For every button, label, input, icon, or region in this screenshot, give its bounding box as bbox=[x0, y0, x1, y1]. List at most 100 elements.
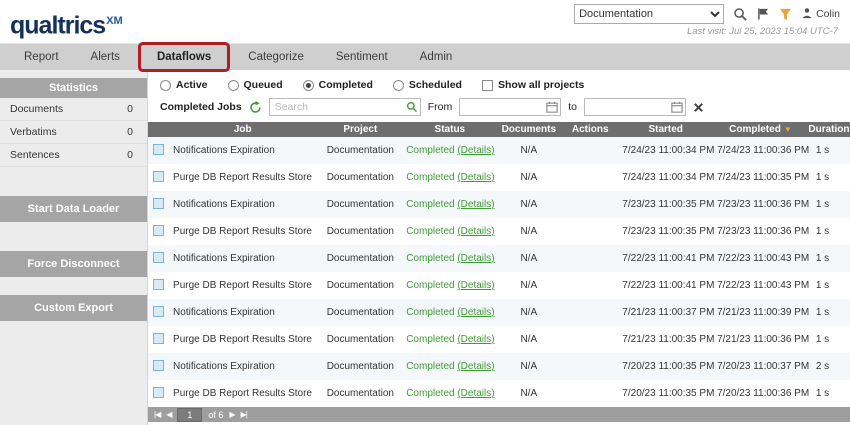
tab-report[interactable]: Report bbox=[8, 44, 75, 70]
clear-dates-icon[interactable] bbox=[693, 102, 704, 113]
tab-sentiment[interactable]: Sentiment bbox=[320, 44, 404, 70]
row-checkbox[interactable] bbox=[153, 387, 164, 398]
last-visit: Last visit: Jul 25, 2023 15:04 UTC-7 bbox=[687, 26, 840, 37]
radio-completed[interactable]: Completed bbox=[303, 79, 373, 91]
calendar-icon[interactable] bbox=[671, 101, 683, 113]
documents-count: N/A bbox=[495, 137, 562, 164]
search-submit-icon[interactable] bbox=[406, 101, 418, 113]
tab-alerts[interactable]: Alerts bbox=[75, 44, 136, 70]
completed-time: 7/23/23 11:00:36 PM bbox=[713, 218, 808, 245]
next-page-button[interactable]: ▶ bbox=[229, 411, 234, 419]
table-row: Purge DB Report Results Store Documentat… bbox=[148, 326, 850, 353]
row-checkbox[interactable] bbox=[153, 306, 164, 317]
details-link[interactable]: (Details) bbox=[457, 172, 494, 183]
last-page-button[interactable]: ▶| bbox=[241, 411, 247, 419]
radio-active[interactable]: Active bbox=[160, 79, 208, 91]
refresh-icon[interactable] bbox=[249, 101, 262, 114]
actions-cell bbox=[562, 380, 618, 407]
show-all-projects-checkbox[interactable]: Show all projects bbox=[482, 79, 584, 91]
documents-count: N/A bbox=[495, 218, 562, 245]
duration: 1 s bbox=[808, 164, 850, 191]
documents-count: N/A bbox=[495, 353, 562, 380]
prev-page-button[interactable]: ◀ bbox=[166, 411, 171, 419]
row-checkbox[interactable] bbox=[153, 171, 164, 182]
details-link[interactable]: (Details) bbox=[457, 334, 494, 345]
job-name: Notifications Expiration bbox=[169, 245, 316, 272]
from-label: From bbox=[428, 101, 453, 113]
stat-documents: Documents 0 bbox=[0, 98, 147, 121]
radio-scheduled[interactable]: Scheduled bbox=[393, 79, 462, 91]
row-checkbox[interactable] bbox=[153, 225, 164, 236]
col-job[interactable]: Job bbox=[169, 122, 316, 137]
status-badge: Completed bbox=[406, 172, 454, 183]
actions-cell bbox=[562, 245, 618, 272]
started-time: 7/24/23 11:00:34 PM bbox=[618, 137, 713, 164]
row-checkbox[interactable] bbox=[153, 279, 164, 290]
radio-circle[interactable] bbox=[393, 80, 404, 91]
col-documents[interactable]: Documents bbox=[495, 122, 562, 137]
col-project[interactable]: Project bbox=[316, 122, 404, 137]
project-select[interactable]: Documentation bbox=[574, 4, 724, 24]
col-status[interactable]: Status bbox=[404, 122, 495, 137]
radio-queued[interactable]: Queued bbox=[228, 79, 283, 91]
radio-circle[interactable] bbox=[228, 80, 239, 91]
statistics-header: Statistics bbox=[0, 78, 147, 98]
col-completed[interactable]: Completed▼ bbox=[713, 122, 808, 137]
status-badge: Completed bbox=[406, 388, 454, 399]
status-badge: Completed bbox=[406, 334, 454, 345]
details-link[interactable]: (Details) bbox=[457, 361, 494, 372]
tab-admin[interactable]: Admin bbox=[404, 44, 469, 70]
started-time: 7/24/23 11:00:34 PM bbox=[618, 164, 713, 191]
job-name: Notifications Expiration bbox=[169, 353, 316, 380]
filter-funnel-icon[interactable] bbox=[779, 8, 792, 21]
start-data-loader-button[interactable]: Start Data Loader bbox=[0, 196, 147, 222]
row-checkbox[interactable] bbox=[153, 333, 164, 344]
completed-time: 7/21/23 11:00:36 PM bbox=[713, 326, 808, 353]
details-link[interactable]: (Details) bbox=[457, 280, 494, 291]
documents-count: N/A bbox=[495, 245, 562, 272]
status-cell: Completed (Details) bbox=[404, 191, 495, 218]
started-time: 7/20/23 11:00:35 PM bbox=[618, 380, 713, 407]
project-name: Documentation bbox=[316, 380, 404, 407]
col-duration[interactable]: Duration bbox=[808, 122, 850, 137]
details-link[interactable]: (Details) bbox=[457, 388, 494, 399]
flag-icon[interactable] bbox=[757, 7, 770, 21]
jobs-table-body: Notifications Expiration Documentation C… bbox=[148, 137, 850, 407]
completed-time: 7/21/23 11:00:39 PM bbox=[713, 299, 808, 326]
first-page-button[interactable]: |◀ bbox=[154, 411, 160, 419]
radio-label: Completed bbox=[319, 79, 373, 91]
row-checkbox[interactable] bbox=[153, 144, 164, 155]
jobs-search-input[interactable] bbox=[269, 98, 421, 116]
col-started[interactable]: Started bbox=[618, 122, 713, 137]
details-link[interactable]: (Details) bbox=[457, 199, 494, 210]
actions-cell bbox=[562, 164, 618, 191]
search-icon[interactable] bbox=[733, 7, 748, 22]
stat-label: Verbatims bbox=[10, 126, 57, 138]
details-link[interactable]: (Details) bbox=[457, 307, 494, 318]
documents-count: N/A bbox=[495, 272, 562, 299]
job-name: Notifications Expiration bbox=[169, 299, 316, 326]
row-checkbox[interactable] bbox=[153, 360, 164, 371]
row-checkbox[interactable] bbox=[153, 252, 164, 263]
radio-circle[interactable] bbox=[160, 80, 171, 91]
checkbox-label: Show all projects bbox=[498, 79, 584, 91]
tab-dataflows[interactable]: Dataflows bbox=[141, 45, 227, 69]
radio-circle[interactable] bbox=[303, 80, 314, 91]
custom-export-button[interactable]: Custom Export bbox=[0, 295, 147, 321]
user-menu[interactable]: Colin bbox=[801, 7, 840, 22]
calendar-icon[interactable] bbox=[546, 101, 558, 113]
radio-label: Active bbox=[176, 79, 208, 91]
force-disconnect-button[interactable]: Force Disconnect bbox=[0, 251, 147, 277]
tab-categorize[interactable]: Categorize bbox=[232, 44, 320, 70]
project-name: Documentation bbox=[316, 191, 404, 218]
table-row: Notifications Expiration Documentation C… bbox=[148, 191, 850, 218]
details-link[interactable]: (Details) bbox=[457, 253, 494, 264]
row-checkbox[interactable] bbox=[153, 198, 164, 209]
details-link[interactable]: (Details) bbox=[457, 226, 494, 237]
duration: 1 s bbox=[808, 299, 850, 326]
col-actions[interactable]: Actions bbox=[562, 122, 618, 137]
details-link[interactable]: (Details) bbox=[457, 145, 494, 156]
table-header-row: Job Project Status Documents Actions Sta… bbox=[148, 122, 850, 137]
job-name: Purge DB Report Results Store bbox=[169, 218, 316, 245]
checkbox-box[interactable] bbox=[482, 80, 493, 91]
